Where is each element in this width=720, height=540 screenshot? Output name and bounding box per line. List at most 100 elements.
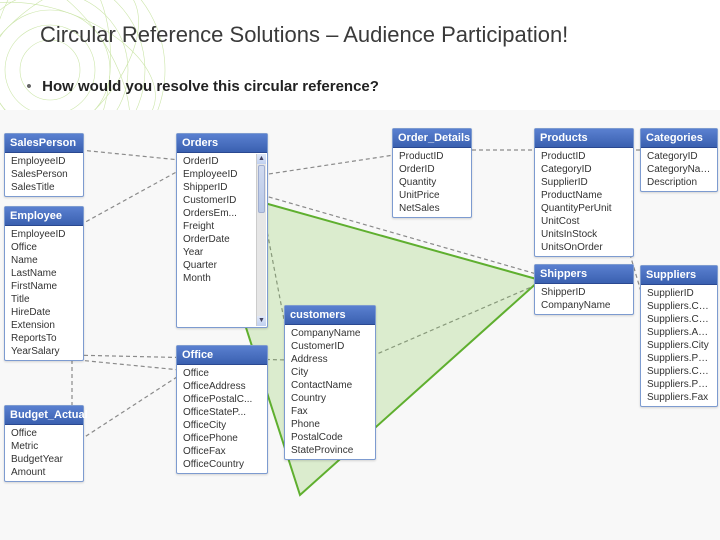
table-field[interactable]: ProductName — [535, 189, 633, 202]
table-field[interactable]: Suppliers.City — [641, 339, 717, 352]
table-categories[interactable]: Categories CategoryIDCategoryNameDescrip… — [640, 128, 718, 192]
table-field[interactable]: EmployeeID — [5, 228, 83, 241]
table-field[interactable]: NetSales — [393, 202, 471, 215]
table-field[interactable]: UnitPrice — [393, 189, 471, 202]
table-field[interactable]: Suppliers.Po... — [641, 352, 717, 365]
table-order-details[interactable]: Order_Details ProductIDOrderIDQuantityUn… — [392, 128, 472, 218]
table-header[interactable]: Office — [177, 346, 267, 365]
table-header[interactable]: Budget_Actual — [5, 406, 83, 425]
table-field[interactable]: Amount — [5, 466, 83, 479]
table-field[interactable]: Quarter — [177, 259, 257, 272]
table-budget-actual[interactable]: Budget_Actual OfficeMetricBudgetYearAmou… — [4, 405, 84, 482]
scrollbar[interactable]: ▲ ▼ — [256, 154, 266, 326]
table-field[interactable]: SupplierID — [641, 287, 717, 300]
table-field[interactable]: Freight — [177, 220, 257, 233]
table-field[interactable]: OfficePostalC... — [177, 393, 267, 406]
table-field[interactable]: OfficeCity — [177, 419, 267, 432]
table-field[interactable]: Title — [5, 293, 83, 306]
table-field[interactable]: CustomerID — [177, 194, 257, 207]
table-field[interactable]: City — [285, 366, 375, 379]
table-field[interactable]: EmployeeID — [5, 155, 83, 168]
table-field[interactable]: OfficeFax — [177, 445, 267, 458]
table-field[interactable]: OrderDate — [177, 233, 257, 246]
table-orders[interactable]: Orders OrderIDEmployeeIDShipperIDCustome… — [176, 133, 268, 328]
table-shippers[interactable]: Shippers ShipperIDCompanyName — [534, 264, 634, 315]
scroll-down-icon[interactable]: ▼ — [257, 316, 266, 326]
table-field[interactable]: Name — [5, 254, 83, 267]
table-field[interactable]: Phone — [285, 418, 375, 431]
bullet-text: How would you resolve this circular refe… — [42, 78, 379, 95]
table-employee[interactable]: Employee EmployeeIDOfficeNameLastNameFir… — [4, 206, 84, 361]
table-field[interactable]: OfficeStateP... — [177, 406, 267, 419]
table-header[interactable]: Suppliers — [641, 266, 717, 285]
table-field[interactable]: UnitsInStock — [535, 228, 633, 241]
table-field[interactable]: Office — [5, 241, 83, 254]
table-field[interactable]: OfficeAddress — [177, 380, 267, 393]
table-field[interactable]: OfficeCountry — [177, 458, 267, 471]
table-field[interactable]: CategoryID — [641, 150, 717, 163]
table-field[interactable]: Fax — [285, 405, 375, 418]
table-field[interactable]: BudgetYear — [5, 453, 83, 466]
table-field[interactable]: EmployeeID — [177, 168, 257, 181]
table-field[interactable]: Year — [177, 246, 257, 259]
table-field[interactable]: Suppliers.Fax — [641, 391, 717, 404]
table-field[interactable]: Month — [177, 272, 257, 285]
table-field[interactable]: ShipperID — [535, 286, 633, 299]
table-field[interactable]: SalesPerson — [5, 168, 83, 181]
table-field[interactable]: Suppliers.Co... — [641, 300, 717, 313]
table-field[interactable]: OrderID — [177, 155, 257, 168]
table-field[interactable]: FirstName — [5, 280, 83, 293]
table-field[interactable]: Suppliers.Ph... — [641, 378, 717, 391]
table-products[interactable]: Products ProductIDCategoryIDSupplierIDPr… — [534, 128, 634, 257]
table-field[interactable]: Suppliers.Co... — [641, 365, 717, 378]
table-field[interactable]: ProductID — [393, 150, 471, 163]
table-field[interactable]: UnitsOnOrder — [535, 241, 633, 254]
table-field[interactable]: CategoryID — [535, 163, 633, 176]
table-field[interactable]: Description — [641, 176, 717, 189]
table-office[interactable]: Office OfficeOfficeAddressOfficePostalC.… — [176, 345, 268, 474]
table-field[interactable]: Country — [285, 392, 375, 405]
table-field[interactable]: ProductID — [535, 150, 633, 163]
table-suppliers[interactable]: Suppliers SupplierIDSuppliers.Co...Suppl… — [640, 265, 718, 407]
table-salesperson[interactable]: SalesPerson EmployeeIDSalesPersonSalesTi… — [4, 133, 84, 197]
table-field[interactable]: OfficePhone — [177, 432, 267, 445]
table-field[interactable]: Quantity — [393, 176, 471, 189]
table-field[interactable]: YearSalary — [5, 345, 83, 358]
table-field[interactable]: Office — [177, 367, 267, 380]
table-field[interactable]: PostalCode — [285, 431, 375, 444]
table-field[interactable]: Address — [285, 353, 375, 366]
table-field[interactable]: ReportsTo — [5, 332, 83, 345]
scroll-thumb[interactable] — [258, 165, 265, 213]
table-field[interactable]: CompanyName — [285, 327, 375, 340]
table-field[interactable]: Extension — [5, 319, 83, 332]
table-field[interactable]: Suppliers.Co... — [641, 313, 717, 326]
table-customers[interactable]: customers CompanyNameCustomerIDAddressCi… — [284, 305, 376, 460]
table-header[interactable]: Products — [535, 129, 633, 148]
table-header[interactable]: Shippers — [535, 265, 633, 284]
table-field[interactable]: Suppliers.Ad... — [641, 326, 717, 339]
table-field[interactable]: LastName — [5, 267, 83, 280]
scroll-up-icon[interactable]: ▲ — [257, 154, 266, 164]
table-field[interactable]: OrderID — [393, 163, 471, 176]
table-field[interactable]: CompanyName — [535, 299, 633, 312]
table-field[interactable]: QuantityPerUnit — [535, 202, 633, 215]
table-field[interactable]: UnitCost — [535, 215, 633, 228]
table-field[interactable]: OrdersEm... — [177, 207, 257, 220]
table-field[interactable]: CategoryName — [641, 163, 717, 176]
table-header[interactable]: customers — [285, 306, 375, 325]
table-field[interactable]: StateProvince — [285, 444, 375, 457]
table-field[interactable]: ShipperID — [177, 181, 257, 194]
table-header[interactable]: Employee — [5, 207, 83, 226]
table-field[interactable]: SupplierID — [535, 176, 633, 189]
table-field[interactable]: HireDate — [5, 306, 83, 319]
tables-layer: SalesPerson EmployeeIDSalesPersonSalesTi… — [0, 110, 720, 540]
table-field[interactable]: CustomerID — [285, 340, 375, 353]
table-field[interactable]: SalesTitle — [5, 181, 83, 194]
table-header[interactable]: Orders — [177, 134, 267, 153]
table-header[interactable]: Order_Details — [393, 129, 471, 148]
table-field[interactable]: ContactName — [285, 379, 375, 392]
table-header[interactable]: Categories — [641, 129, 717, 148]
table-field[interactable]: Metric — [5, 440, 83, 453]
table-field[interactable]: Office — [5, 427, 83, 440]
table-header[interactable]: SalesPerson — [5, 134, 83, 153]
